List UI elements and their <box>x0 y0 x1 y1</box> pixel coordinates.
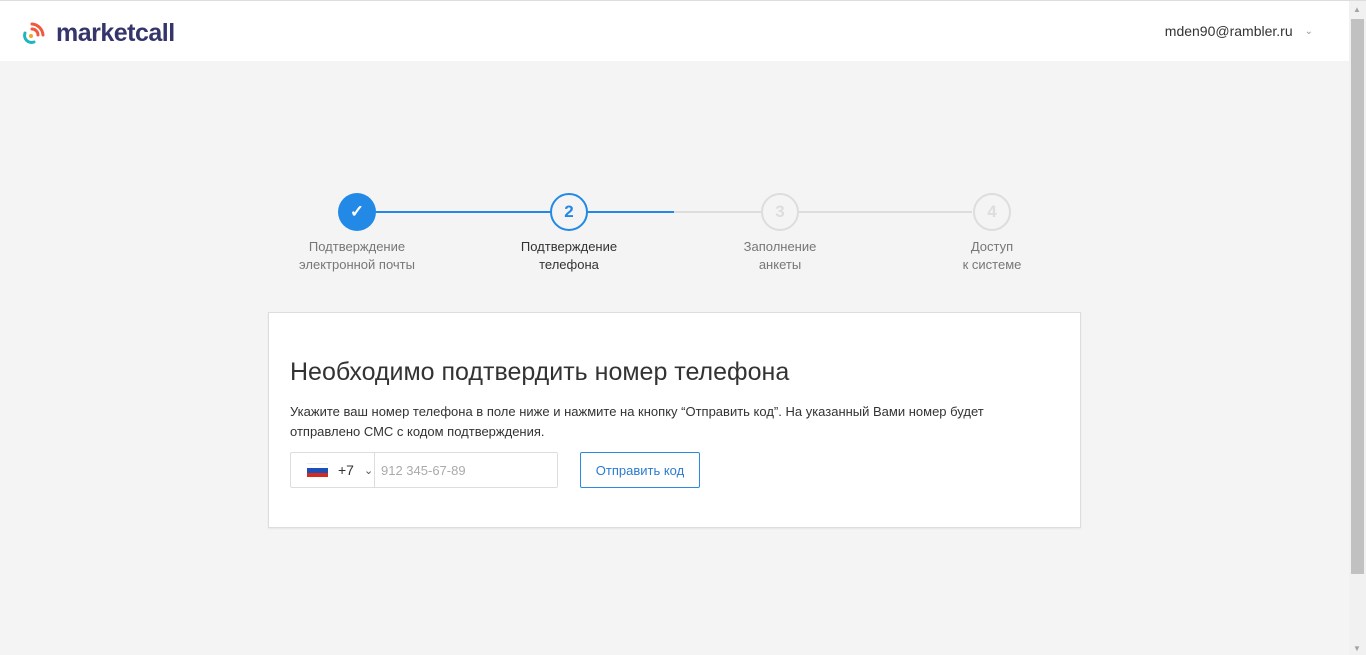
chevron-down-icon: ⌄ <box>1304 25 1313 37</box>
marketcall-logo-icon <box>23 22 45 44</box>
scrollbar-thumb[interactable] <box>1351 19 1364 574</box>
step-1-circle: ✓ <box>338 193 376 231</box>
logo-text: marketcall <box>56 19 175 47</box>
step-label-line: Подтверждение <box>520 239 618 254</box>
step-3-label: Заполнение анкеты <box>700 238 860 274</box>
check-icon: ✓ <box>349 202 365 221</box>
card-description: Укажите ваш номер телефона в поле ниже и… <box>290 404 984 439</box>
step-1-label: Подтверждение электронной почты <box>277 238 437 274</box>
country-code: +7 <box>338 462 354 478</box>
step-3-circle: 3 <box>761 193 799 231</box>
step-number: 3 <box>775 202 785 221</box>
step-label-line: к системе <box>962 257 1022 272</box>
step-label-line: Заполнение <box>743 239 817 254</box>
phone-input[interactable] <box>375 453 557 487</box>
step-number: 2 <box>564 202 574 221</box>
step-label-line: анкеты <box>758 257 802 272</box>
step-2-circle: 2 <box>550 193 588 231</box>
card-title: Необходимо подтвердить номер телефона <box>290 358 790 386</box>
header: marketcall mden90@rambler.ru ⌄ <box>0 1 1349 61</box>
phone-verification-card: Необходимо подтвердить номер телефона Ук… <box>268 312 1081 528</box>
scroll-down-icon[interactable]: ▼ <box>1353 644 1361 653</box>
step-label-line: Доступ <box>970 239 1014 254</box>
scrollbar[interactable]: ▲ ▼ <box>1349 1 1366 655</box>
russia-flag-icon <box>307 463 328 477</box>
user-menu[interactable]: mden90@rambler.ru ⌄ <box>1165 23 1313 39</box>
step-label-line: Подтверждение <box>308 239 406 254</box>
user-email: mden90@rambler.ru <box>1164 23 1293 39</box>
scroll-up-icon[interactable]: ▲ <box>1353 5 1361 14</box>
logo[interactable]: marketcall <box>20 19 175 48</box>
step-4-circle: 4 <box>973 193 1011 231</box>
step-2-label: Подтверждение телефона <box>489 238 649 274</box>
step-label-line: телефона <box>539 257 599 272</box>
step-4-label: Доступ к системе <box>912 238 1072 274</box>
chevron-down-icon: ⌄ <box>363 464 374 477</box>
send-code-button[interactable]: Отправить код <box>580 452 700 488</box>
step-number: 4 <box>987 202 997 221</box>
phone-input-group: +7 ⌄ <box>290 452 558 488</box>
step-label-line: электронной почты <box>299 257 415 272</box>
country-code-select[interactable]: +7 ⌄ <box>291 453 375 487</box>
stepper-progress <box>376 211 674 213</box>
